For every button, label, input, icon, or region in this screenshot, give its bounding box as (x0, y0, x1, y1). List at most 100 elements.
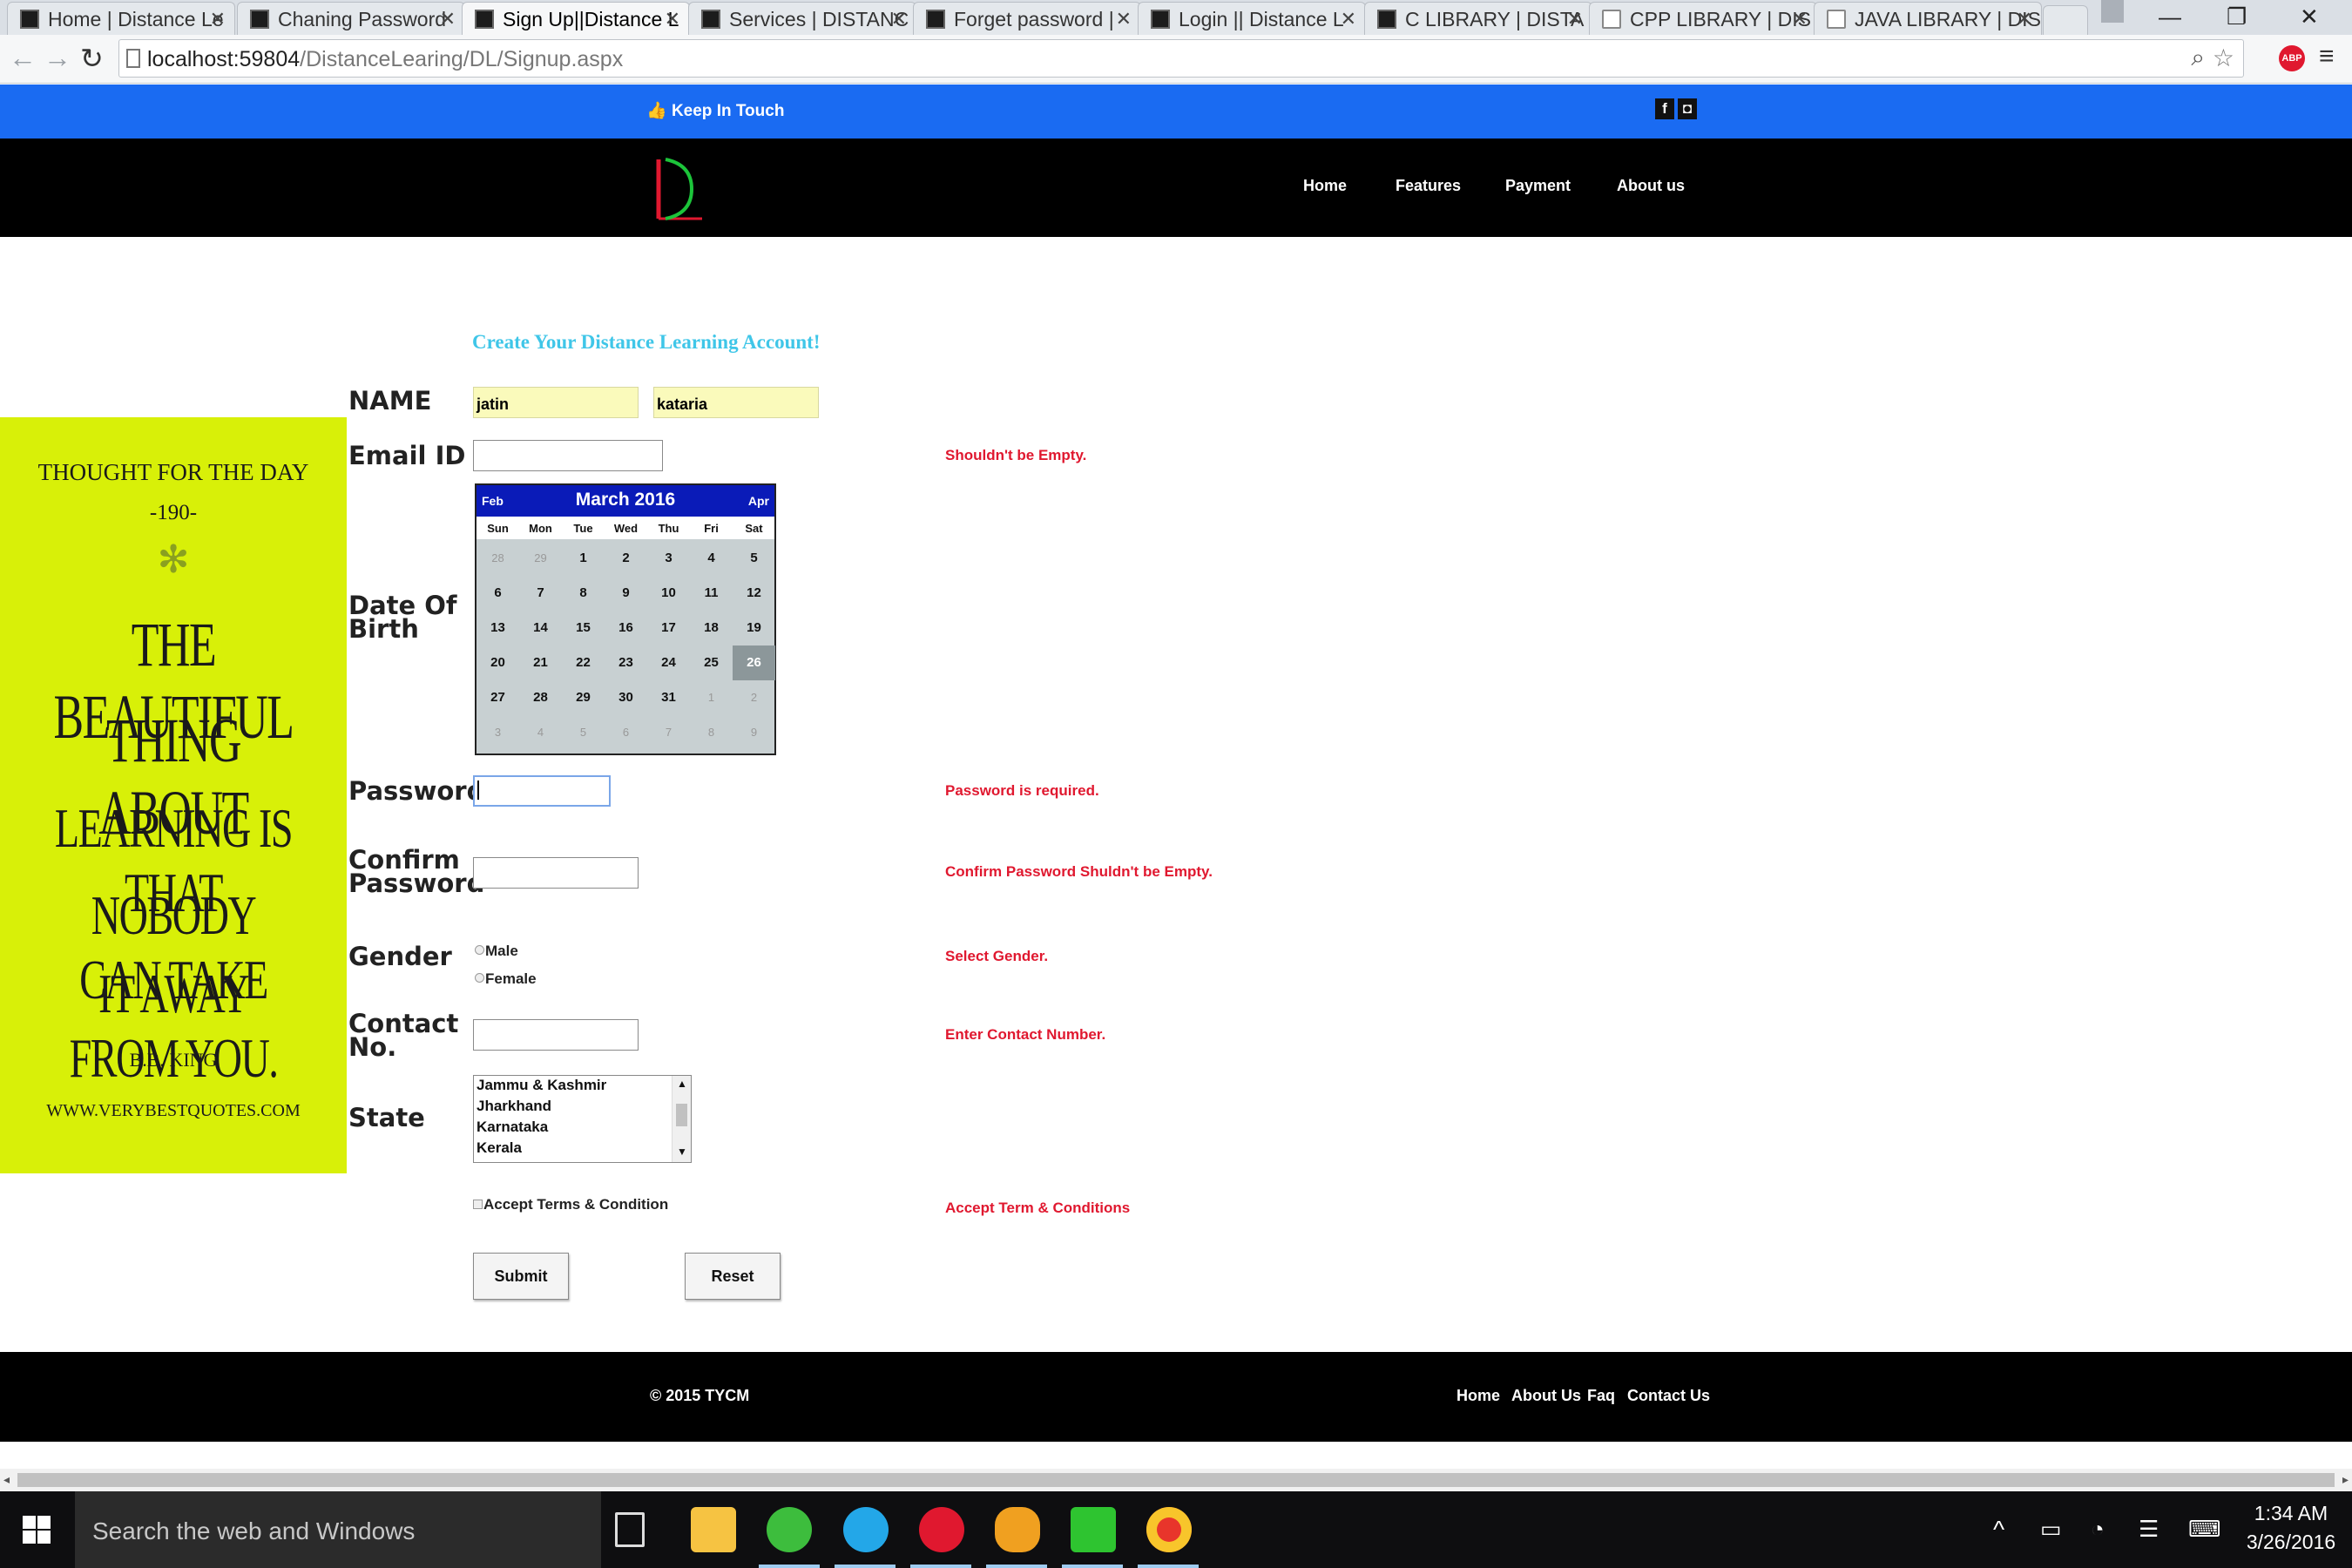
calendar-day[interactable]: 25 (690, 645, 733, 680)
calendar-day[interactable]: 21 (519, 645, 562, 680)
footer-link-about[interactable]: About Us (1511, 1387, 1581, 1405)
calendar-day[interactable]: 2 (605, 541, 647, 576)
state-option[interactable]: Karnataka (476, 1119, 548, 1136)
calendar-day[interactable]: 4 (519, 715, 562, 750)
calendar-day[interactable]: 20 (476, 645, 519, 680)
first-name-input[interactable]: jatin (473, 387, 639, 418)
skype-icon[interactable] (843, 1507, 889, 1552)
email-input[interactable] (473, 440, 663, 471)
site-logo[interactable] (653, 156, 714, 226)
chrome-icon[interactable] (1146, 1507, 1192, 1552)
profile-icon[interactable] (2101, 0, 2124, 23)
url-bar[interactable]: localhost:59804/DistanceLearing/DL/Signu… (118, 39, 2244, 78)
new-tab-button[interactable] (2043, 5, 2088, 35)
close-icon[interactable]: ✕ (1567, 8, 1583, 30)
browser-tab[interactable]: Login || Distance L ✕ (1138, 2, 1366, 35)
calendar-day[interactable]: 17 (647, 611, 690, 645)
keyboard-icon[interactable]: ⌨ (2188, 1516, 2221, 1543)
notifications-icon[interactable]: ☰ (2139, 1516, 2159, 1543)
forward-icon[interactable]: → (44, 42, 71, 74)
scroll-right-icon[interactable]: ▸ (2342, 1472, 2349, 1487)
calendar-day[interactable]: 6 (476, 576, 519, 611)
scroll-up-icon[interactable]: ▲ (677, 1078, 687, 1090)
state-option[interactable]: Kerala (476, 1139, 522, 1157)
minimize-icon[interactable]: — (2159, 3, 2181, 30)
calendar-day[interactable]: 13 (476, 611, 519, 645)
calendar-day[interactable]: 28 (476, 541, 519, 576)
nav-payment[interactable]: Payment (1505, 177, 1571, 195)
calendar-day[interactable]: 29 (562, 680, 605, 715)
close-icon[interactable]: ✕ (665, 8, 680, 30)
zoom-icon[interactable]: ⌕ (2191, 44, 2205, 72)
taskbar-clock[interactable]: 1:34 AM 3/26/2016 (2234, 1502, 2348, 1554)
camtasia-icon[interactable] (1071, 1507, 1116, 1552)
media-app-icon[interactable] (995, 1507, 1040, 1552)
scroll-thumb[interactable] (17, 1473, 2335, 1487)
calendar-day[interactable]: 7 (647, 715, 690, 750)
star-icon[interactable]: ☆ (2213, 44, 2234, 72)
state-scrollbar[interactable]: ▲ ▼ (672, 1076, 691, 1162)
reload-icon[interactable]: ↻ (80, 42, 104, 75)
nav-about-us[interactable]: About us (1617, 177, 1685, 195)
calendar-day[interactable]: 8 (690, 715, 733, 750)
last-name-input[interactable]: kataria (653, 387, 819, 418)
browser-tab[interactable]: CPP LIBRARY | DIS ✕ (1589, 2, 1817, 35)
close-window-icon[interactable]: ✕ (2300, 3, 2319, 30)
adblock-icon[interactable]: ABP (2279, 45, 2305, 71)
scroll-down-icon[interactable]: ▼ (677, 1146, 687, 1158)
calendar-day[interactable]: 15 (562, 611, 605, 645)
calendar-day[interactable]: 6 (605, 715, 647, 750)
battery-icon[interactable]: ▭ (2040, 1516, 2062, 1543)
calendar-day[interactable]: 18 (690, 611, 733, 645)
gender-male-radio[interactable] (475, 945, 484, 955)
contact-input[interactable] (473, 1019, 639, 1051)
calendar-day[interactable]: 7 (519, 576, 562, 611)
wifi-icon[interactable]: ◔ (2091, 1516, 2105, 1543)
close-icon[interactable]: ✕ (891, 8, 907, 30)
mail-icon[interactable] (919, 1507, 964, 1552)
calendar-day[interactable]: 5 (733, 541, 775, 576)
scroll-left-icon[interactable]: ◂ (3, 1472, 10, 1487)
taskbar-search-box[interactable]: Search the web and Windows (75, 1491, 601, 1568)
keep-in-touch[interactable]: 👍 Keep In Touch (646, 100, 784, 121)
calendar-day[interactable]: 4 (690, 541, 733, 576)
browser-tab[interactable]: Forget password | ✕ (913, 2, 1141, 35)
calendar-day[interactable]: 3 (476, 715, 519, 750)
utorrent-icon[interactable] (767, 1507, 812, 1552)
confirm-password-input[interactable] (473, 857, 639, 889)
calendar-day[interactable]: 28 (519, 680, 562, 715)
close-icon[interactable]: ✕ (210, 8, 226, 30)
calendar-day[interactable]: 9 (733, 715, 775, 750)
terms-checkbox[interactable] (473, 1200, 483, 1209)
instagram-icon[interactable]: ◘ (1678, 98, 1697, 119)
calendar-day[interactable]: 30 (605, 680, 647, 715)
close-icon[interactable]: ✕ (1792, 8, 1808, 30)
close-icon[interactable]: ✕ (1116, 8, 1132, 30)
calendar-day[interactable]: 9 (605, 576, 647, 611)
scroll-thumb[interactable] (676, 1104, 687, 1126)
calendar-day[interactable]: 31 (647, 680, 690, 715)
calendar-day[interactable]: 10 (647, 576, 690, 611)
close-icon[interactable]: ✕ (440, 8, 456, 30)
footer-link-faq[interactable]: Faq (1587, 1387, 1615, 1405)
footer-link-contact[interactable]: Contact Us (1627, 1387, 1710, 1405)
restore-icon[interactable]: ❐ (2227, 3, 2247, 30)
windows-start-icon[interactable] (23, 1516, 51, 1544)
calendar-day[interactable]: 27 (476, 680, 519, 715)
calendar-day[interactable]: 22 (562, 645, 605, 680)
calendar-day[interactable]: 11 (690, 576, 733, 611)
browser-tab[interactable]: C LIBRARY | DISTA ✕ (1364, 2, 1592, 35)
calendar-day[interactable]: 3 (647, 541, 690, 576)
browser-tab-active[interactable]: Sign Up||Distance L ✕ (462, 2, 690, 35)
calendar-day[interactable]: 14 (519, 611, 562, 645)
gender-female-radio[interactable] (475, 973, 484, 983)
browser-tab[interactable]: Chaning Password ✕ (237, 2, 465, 35)
calendar-day-selected[interactable]: 26 (733, 645, 775, 680)
reset-button[interactable]: Reset (685, 1253, 781, 1300)
browser-tab[interactable]: JAVA LIBRARY | DIS ✕ (1814, 2, 2042, 35)
facebook-icon[interactable]: f (1655, 98, 1674, 119)
submit-button[interactable]: Submit (473, 1253, 569, 1300)
calendar-day[interactable]: 24 (647, 645, 690, 680)
footer-link-home[interactable]: Home (1456, 1387, 1500, 1405)
state-listbox[interactable]: Jammu & Kashmir Jharkhand Karnataka Kera… (473, 1075, 692, 1163)
